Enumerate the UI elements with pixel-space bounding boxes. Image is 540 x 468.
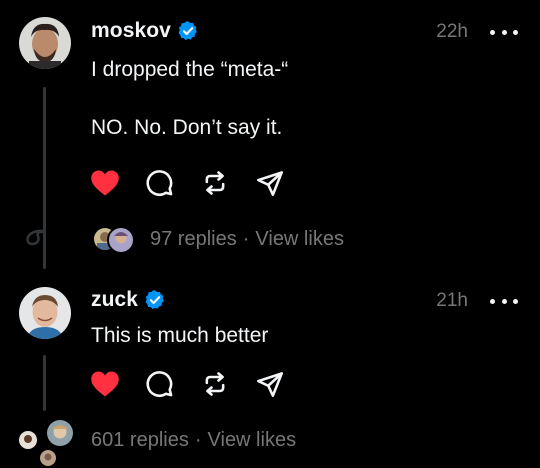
- comment-icon: [146, 170, 173, 196]
- action-bar: [90, 369, 285, 399]
- post-text: I dropped the “meta-“ NO. No. Don’t say …: [91, 58, 289, 139]
- more-options-button[interactable]: [490, 22, 518, 42]
- replies-link[interactable]: 97 replies: [150, 228, 237, 251]
- heart-icon: [91, 371, 119, 397]
- comment-button[interactable]: [145, 369, 175, 399]
- share-icon: [257, 171, 283, 196]
- thread-line: [43, 355, 46, 411]
- more-options-button[interactable]: [490, 291, 518, 311]
- comment-button[interactable]: [145, 168, 175, 198]
- view-likes-link[interactable]: View likes: [208, 429, 297, 452]
- like-button[interactable]: [90, 369, 120, 399]
- replies-link[interactable]: 601 replies: [91, 429, 189, 452]
- post-stats: 97 replies · View likes: [150, 228, 344, 251]
- view-likes-link[interactable]: View likes: [255, 228, 344, 251]
- heart-icon: [91, 170, 119, 196]
- thread-post: zuck 21h This is much better 601 replies…: [0, 283, 540, 468]
- repost-button[interactable]: [200, 168, 230, 198]
- reply-avatar: [17, 429, 39, 451]
- username-row: zuck: [91, 288, 166, 312]
- username[interactable]: moskov: [91, 19, 171, 43]
- avatar[interactable]: [19, 17, 71, 69]
- reply-avatar: [45, 418, 75, 448]
- thread-curl-icon: [26, 229, 46, 246]
- thread-post: moskov 22h I dropped the “meta-“ NO. No.…: [0, 0, 540, 275]
- action-bar: [90, 168, 285, 198]
- username-row: moskov: [91, 19, 199, 43]
- username[interactable]: zuck: [91, 288, 138, 312]
- separator: ·: [242, 228, 250, 250]
- verified-badge-icon: [145, 290, 164, 310]
- more-icon: [490, 298, 495, 304]
- timestamp: 22h: [436, 21, 468, 42]
- separator: ·: [194, 429, 202, 451]
- like-button[interactable]: [90, 168, 120, 198]
- avatar[interactable]: [19, 287, 71, 339]
- repost-button[interactable]: [200, 369, 230, 399]
- timestamp: 21h: [436, 290, 468, 311]
- post-text: This is much better: [91, 324, 269, 347]
- more-icon: [490, 29, 495, 35]
- verified-badge-icon: [178, 21, 197, 41]
- reply-avatar: [38, 448, 58, 468]
- repost-icon: [205, 171, 225, 195]
- share-button[interactable]: [255, 168, 285, 198]
- comment-icon: [146, 371, 173, 397]
- post-stats: 601 replies · View likes: [91, 429, 296, 452]
- reply-avatar: [107, 226, 135, 254]
- repost-icon: [205, 372, 225, 396]
- share-button[interactable]: [255, 369, 285, 399]
- share-icon: [257, 372, 283, 397]
